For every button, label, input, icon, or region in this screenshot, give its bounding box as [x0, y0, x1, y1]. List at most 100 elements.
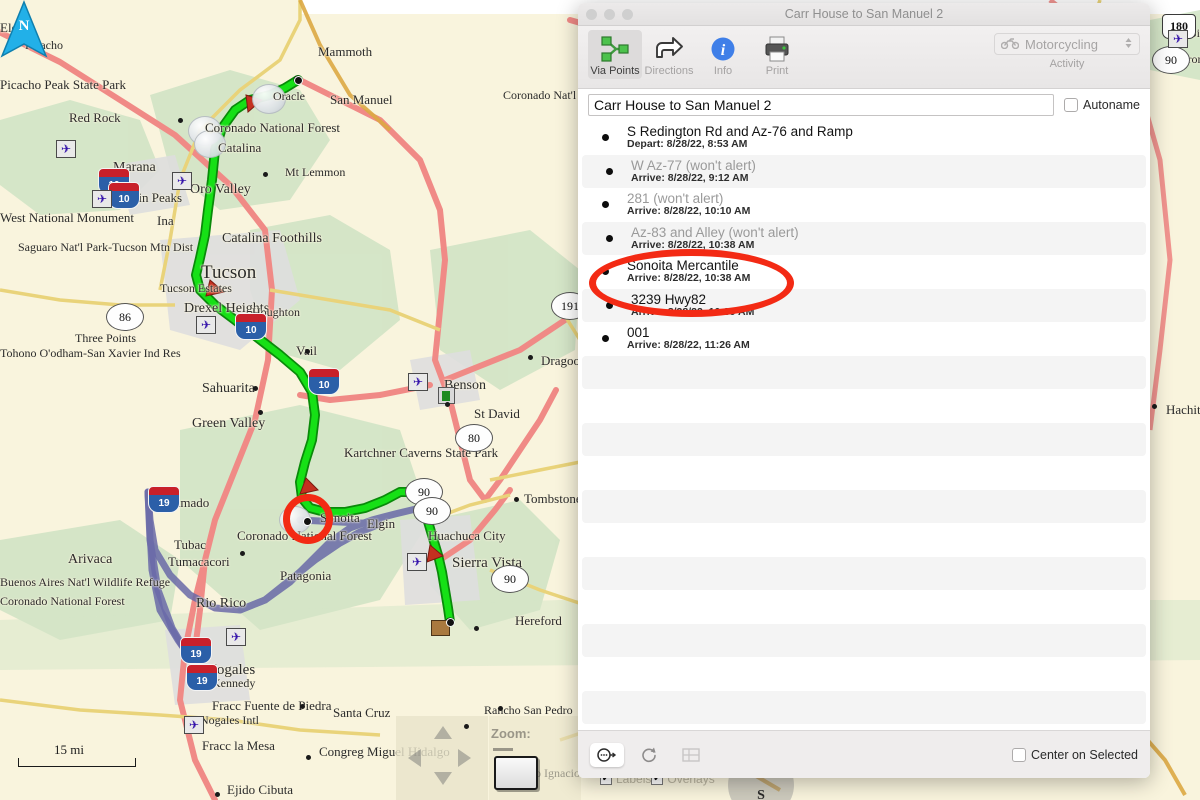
via-point-empty-row[interactable] — [578, 523, 1150, 557]
toolbar-button-print[interactable]: Print — [750, 30, 804, 79]
window-titlebar[interactable]: Carr House to San Manuel 2 — [578, 3, 1150, 26]
toolbar-label-via-points: Via Points — [590, 65, 640, 77]
via-point-row[interactable]: 281 (won't alert) Arrive: 8/28/22, 10:10 … — [578, 188, 1150, 222]
recalculate-refresh-icon[interactable] — [632, 743, 666, 767]
airport-icon: ✈ — [1168, 30, 1188, 48]
place-dot — [474, 626, 479, 631]
toolbar-label-info: Info — [713, 65, 733, 77]
route-bubble — [252, 84, 286, 114]
via-point-time: Depart: 8/28/22, 8:53 AM — [627, 138, 748, 151]
info-circle-icon: i — [709, 33, 737, 64]
scale-bar-line — [18, 758, 136, 767]
activity-label: Activity — [1049, 58, 1085, 70]
via-point-bullet-icon — [606, 167, 613, 175]
activity-dropdown[interactable]: Motorcycling — [994, 33, 1140, 55]
via-point-empty-row[interactable] — [578, 657, 1150, 691]
svg-text:N: N — [19, 18, 30, 34]
window-bottom-toolbar[interactable]: Center on Selected — [578, 730, 1150, 778]
activity-control[interactable]: Motorcycling Activity — [994, 33, 1140, 70]
pan-right-icon[interactable] — [458, 749, 471, 767]
via-point-empty-row[interactable] — [578, 590, 1150, 624]
via-point-title: W Az-77 (won't alert) — [631, 157, 756, 173]
airport-icon: ✈ — [184, 716, 204, 734]
annotation-ellipse-sonoita-mercantile-row — [589, 249, 794, 317]
route-bubble — [194, 130, 226, 158]
place-dot — [514, 497, 519, 502]
airport-icon: ✈ — [408, 373, 428, 391]
via-point-marker[interactable] — [446, 618, 455, 627]
route-shield-10: 10 — [308, 368, 340, 395]
airport-icon: ✈ — [196, 316, 216, 334]
place-dot — [300, 704, 305, 709]
via-point-row[interactable]: S Redington Rd and Az-76 and Ramp Depart:… — [578, 121, 1150, 155]
route-shield-90: 90 — [491, 565, 529, 593]
center-on-selected-checkbox[interactable]: Center on Selected — [1011, 747, 1138, 762]
toolbar-button-info[interactable]: i Info — [696, 30, 750, 79]
route-editor-window[interactable]: Carr House to San Manuel 2 Via Points Di… — [578, 3, 1150, 778]
via-points-list[interactable]: S Redington Rd and Az-76 and Ramp Depart:… — [578, 121, 1150, 730]
via-point-empty-row[interactable] — [578, 456, 1150, 490]
via-point-time: Arrive: 8/28/22, 11:26 AM — [627, 339, 750, 352]
via-point-empty-row[interactable] — [582, 556, 1146, 590]
via-point-empty-row[interactable] — [582, 690, 1146, 724]
route-name-row[interactable]: Autoname — [578, 89, 1150, 121]
via-point-bullet-icon — [602, 134, 609, 142]
pan-left-icon[interactable] — [408, 749, 421, 767]
map-scale-bar: 15 mi — [18, 742, 136, 767]
autoname-label: Autoname — [1083, 98, 1140, 112]
via-point-empty-row[interactable] — [578, 389, 1150, 423]
via-point-row[interactable]: W Az-77 (won't alert) Arrive: 8/28/22, 9:… — [582, 154, 1146, 188]
split-view-icon — [674, 743, 708, 767]
via-point-empty-row[interactable] — [582, 623, 1146, 657]
route-shield-90: 90 — [413, 497, 451, 525]
detail-thumbnail[interactable] — [494, 756, 538, 790]
place-dot — [258, 410, 263, 415]
route-shield-90: 90 — [1152, 46, 1190, 74]
toolbar-button-directions[interactable]: Directions — [642, 30, 696, 79]
airport-icon: ✈ — [92, 190, 112, 208]
via-point-bullet-icon — [606, 234, 613, 242]
pan-up-icon[interactable] — [434, 726, 452, 739]
via-point-title: 281 (won't alert) — [627, 191, 724, 207]
map-pan-control[interactable] — [396, 716, 488, 800]
place-dot — [445, 402, 450, 407]
route-shield-19: 19 — [148, 486, 180, 513]
center-on-selected-box[interactable] — [1011, 747, 1026, 762]
via-point-title: Az-83 and Alley (won't alert) — [631, 224, 799, 240]
svg-text:i: i — [721, 42, 726, 59]
via-point-empty-row[interactable] — [582, 355, 1146, 389]
via-point-marker[interactable] — [294, 76, 303, 85]
autoname-checkbox-box[interactable] — [1064, 98, 1079, 112]
route-name-input[interactable] — [588, 94, 1055, 116]
scale-label: 15 mi — [54, 742, 84, 757]
place-dot — [498, 706, 503, 711]
via-point-time: Arrive: 8/28/22, 9:12 AM — [631, 171, 749, 184]
via-point-row[interactable]: 001 Arrive: 8/28/22, 11:26 AM — [578, 322, 1150, 356]
route-shield-80: 80 — [455, 424, 493, 452]
window-toolbar[interactable]: Via Points Directions i Info Print Motor… — [578, 26, 1150, 89]
route-shield-19: 19 — [180, 637, 212, 664]
activity-value: Motorcycling — [1025, 36, 1098, 52]
toolbar-button-via-points[interactable]: Via Points — [588, 30, 642, 79]
via-point-empty-row[interactable] — [582, 422, 1146, 456]
airport-icon: ✈ — [226, 628, 246, 646]
zoom-slider-tick[interactable] — [493, 748, 513, 751]
autoname-checkbox[interactable]: Autoname — [1064, 98, 1140, 112]
options-gear-popup-icon[interactable] — [590, 742, 624, 767]
motorcycle-icon — [1000, 37, 1020, 52]
place-dot — [464, 724, 469, 729]
via-point-empty-row[interactable] — [582, 489, 1146, 523]
pan-down-icon[interactable] — [434, 772, 452, 785]
chevron-updown-icon[interactable] — [1124, 36, 1133, 53]
place-dot — [1152, 404, 1157, 409]
route-shield-86: 86 — [106, 303, 144, 331]
route-shield-10: 10 — [108, 182, 140, 209]
center-on-selected-label: Center on Selected — [1030, 747, 1138, 762]
printer-icon — [763, 33, 791, 64]
place-dot — [215, 792, 220, 797]
directions-arrow-icon — [654, 33, 684, 64]
via-point-title: 001 — [627, 325, 650, 341]
place-dot — [263, 172, 268, 177]
airport-icon: ✈ — [172, 172, 192, 190]
place-dot — [528, 355, 533, 360]
